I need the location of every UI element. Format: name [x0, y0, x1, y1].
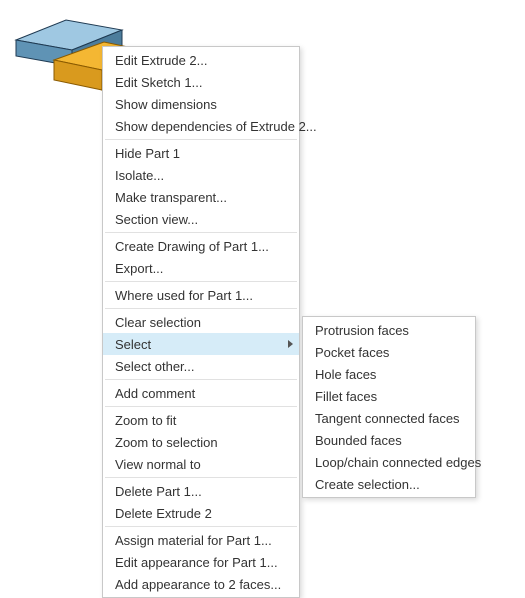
menu-item-assign-material[interactable]: Assign material for Part 1... [103, 529, 299, 551]
menu-item-label: View normal to [115, 457, 283, 472]
menu-item-label: Tangent connected faces [315, 411, 460, 426]
menu-item-create-drawing[interactable]: Create Drawing of Part 1... [103, 235, 299, 257]
submenu-item-create-selection[interactable]: Create selection... [303, 473, 475, 495]
menu-item-label: Show dimensions [115, 97, 283, 112]
menu-item-label: Bounded faces [315, 433, 459, 448]
menu-item-label: Isolate... [115, 168, 283, 183]
menu-item-label: Add comment [115, 386, 283, 401]
menu-item-label: Pocket faces [315, 345, 459, 360]
menu-item-hide[interactable]: Hide Part 1 [103, 142, 299, 164]
menu-item-select-other[interactable]: Select other... [103, 355, 299, 377]
menu-item-label: Select [115, 337, 283, 352]
menu-item-label: Clear selection [115, 315, 283, 330]
menu-item-label: Delete Part 1... [115, 484, 283, 499]
menu-item-label: Edit appearance for Part 1... [115, 555, 283, 570]
menu-separator [105, 526, 297, 527]
menu-item-label: Create Drawing of Part 1... [115, 239, 283, 254]
menu-item-label: Fillet faces [315, 389, 459, 404]
menu-item-label: Protrusion faces [315, 323, 459, 338]
menu-item-zoom-fit[interactable]: Zoom to fit [103, 409, 299, 431]
submenu-arrow-icon [288, 340, 293, 348]
menu-separator [105, 406, 297, 407]
menu-separator [105, 379, 297, 380]
menu-item-add-comment[interactable]: Add comment [103, 382, 299, 404]
menu-item-clear-selection[interactable]: Clear selection [103, 311, 299, 333]
submenu-item-loop-chain-edges[interactable]: Loop/chain connected edges [303, 451, 475, 473]
menu-item-where-used[interactable]: Where used for Part 1... [103, 284, 299, 306]
menu-item-show-dimensions[interactable]: Show dimensions [103, 93, 299, 115]
menu-item-show-dependencies[interactable]: Show dependencies of Extrude 2... [103, 115, 299, 137]
menu-item-add-appearance[interactable]: Add appearance to 2 faces... [103, 573, 299, 595]
menu-item-make-transparent[interactable]: Make transparent... [103, 186, 299, 208]
menu-item-label: Zoom to fit [115, 413, 283, 428]
select-submenu: Protrusion faces Pocket faces Hole faces… [302, 316, 476, 498]
menu-item-view-normal[interactable]: View normal to [103, 453, 299, 475]
menu-item-label: Show dependencies of Extrude 2... [115, 119, 317, 134]
menu-item-label: Assign material for Part 1... [115, 533, 283, 548]
menu-item-section-view[interactable]: Section view... [103, 208, 299, 230]
submenu-item-pocket-faces[interactable]: Pocket faces [303, 341, 475, 363]
menu-item-label: Make transparent... [115, 190, 283, 205]
context-menu: Edit Extrude 2... Edit Sketch 1... Show … [102, 46, 300, 598]
menu-separator [105, 281, 297, 282]
menu-item-isolate[interactable]: Isolate... [103, 164, 299, 186]
menu-item-zoom-selection[interactable]: Zoom to selection [103, 431, 299, 453]
menu-item-select[interactable]: Select [103, 333, 299, 355]
menu-separator [105, 139, 297, 140]
menu-item-label: Zoom to selection [115, 435, 283, 450]
menu-item-delete-part[interactable]: Delete Part 1... [103, 480, 299, 502]
menu-item-label: Edit Extrude 2... [115, 53, 283, 68]
menu-item-label: Create selection... [315, 477, 459, 492]
menu-item-label: Hide Part 1 [115, 146, 283, 161]
menu-item-edit-extrude[interactable]: Edit Extrude 2... [103, 49, 299, 71]
menu-item-label: Where used for Part 1... [115, 288, 283, 303]
menu-item-label: Hole faces [315, 367, 459, 382]
menu-item-label: Export... [115, 261, 283, 276]
menu-separator [105, 477, 297, 478]
menu-item-edit-sketch[interactable]: Edit Sketch 1... [103, 71, 299, 93]
menu-item-label: Loop/chain connected edges [315, 455, 481, 470]
submenu-item-tangent-connected-faces[interactable]: Tangent connected faces [303, 407, 475, 429]
menu-item-label: Add appearance to 2 faces... [115, 577, 283, 592]
menu-item-label: Edit Sketch 1... [115, 75, 283, 90]
submenu-item-protrusion-faces[interactable]: Protrusion faces [303, 319, 475, 341]
menu-separator [105, 232, 297, 233]
menu-item-label: Select other... [115, 359, 283, 374]
submenu-item-bounded-faces[interactable]: Bounded faces [303, 429, 475, 451]
submenu-item-fillet-faces[interactable]: Fillet faces [303, 385, 475, 407]
menu-item-label: Delete Extrude 2 [115, 506, 283, 521]
menu-item-delete-extrude[interactable]: Delete Extrude 2 [103, 502, 299, 524]
menu-separator [105, 308, 297, 309]
submenu-item-hole-faces[interactable]: Hole faces [303, 363, 475, 385]
menu-item-export[interactable]: Export... [103, 257, 299, 279]
menu-item-label: Section view... [115, 212, 283, 227]
